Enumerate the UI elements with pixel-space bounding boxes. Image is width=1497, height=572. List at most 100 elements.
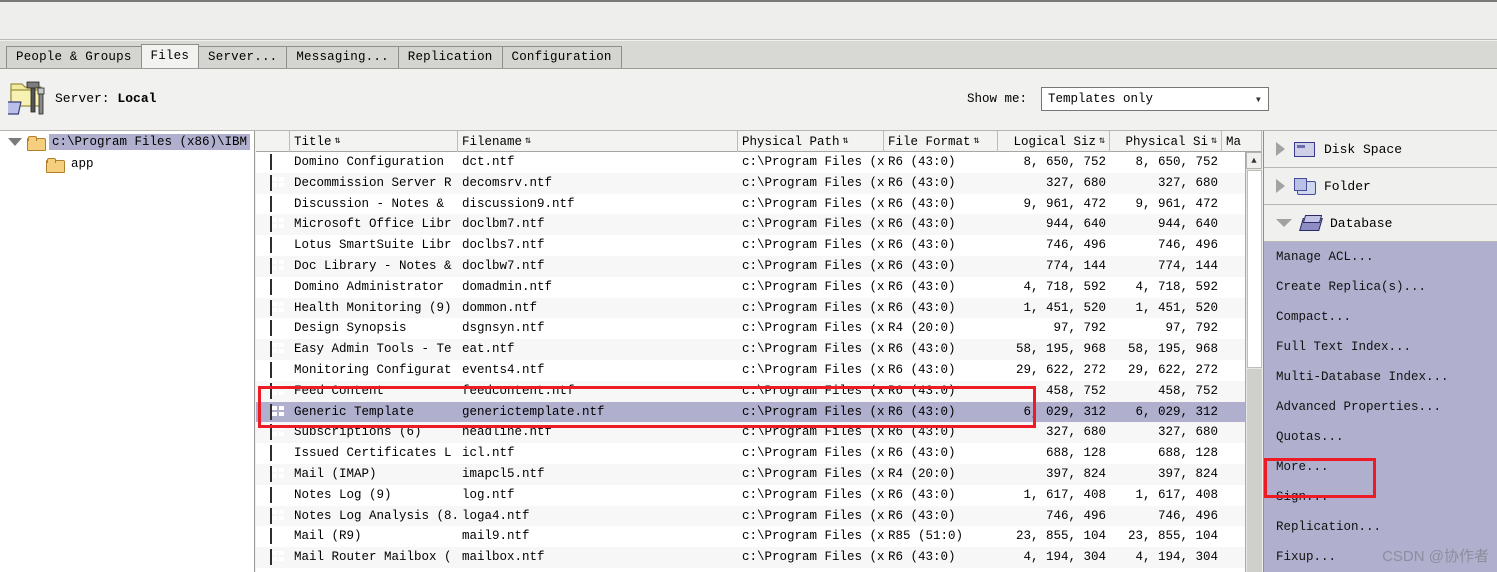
cell-title: Mail (R9) (294, 529, 362, 544)
tab-messaging[interactable]: Messaging... (286, 46, 399, 68)
tools-item-more[interactable]: More... (1264, 452, 1497, 482)
table-row[interactable]: Microsoft Office Libr doclbm7.ntf c:\Progr… (256, 214, 1262, 236)
table-row[interactable]: Mail Router Mailbox (mailbox.ntf c:\Progr… (256, 547, 1262, 568)
tools-section-folder[interactable]: Folder (1264, 168, 1497, 205)
tree-item-root[interactable]: c:\Program Files (x86)\IBM (0, 131, 254, 153)
sort-indicator-icon[interactable]: ⇅ (974, 132, 980, 152)
sort-indicator-icon[interactable]: ⇅ (525, 132, 531, 152)
tools-section-database[interactable]: Database (1264, 205, 1497, 242)
cell-path: c:\Program Files (x (742, 258, 884, 273)
tools-item-replication[interactable]: Replication... (1264, 512, 1497, 542)
table-row[interactable]: Domino Configuration dct.ntf c:\Program F… (256, 152, 1262, 173)
column-header-physical[interactable]: Physical Si ⇅ (1110, 131, 1222, 152)
cell-title: Domino Administrator (294, 279, 445, 294)
cell-title: Issued Certificates L (294, 446, 452, 461)
tools-item-compact[interactable]: Compact... (1264, 302, 1497, 332)
chevron-down-icon[interactable] (8, 138, 22, 146)
table-vertical-scrollbar[interactable]: ▲ (1245, 152, 1262, 572)
table-row[interactable]: Mail (R9) mail9.ntf c:\Program Files (x R85… (256, 526, 1262, 548)
tools-item-advanced-properties[interactable]: Advanced Properties... (1264, 392, 1497, 422)
cell-path: c:\Program Files (x (742, 446, 884, 461)
tree-item-app-label: app (71, 157, 94, 171)
chevron-down-icon[interactable] (1276, 219, 1292, 227)
cell-logical: 746, 496 (1045, 508, 1106, 523)
column-header-logical[interactable]: Logical Siz ⇅ (998, 131, 1110, 152)
cell-title: Mail (IMAP) (294, 466, 377, 481)
column-header-icon[interactable] (256, 131, 290, 152)
table-row[interactable]: Subscriptions (6) headline.ntf c:\Program … (256, 422, 1262, 444)
table-row[interactable]: Discussion - Notes & discussion9.ntf c:\P… (256, 193, 1262, 215)
scrollbar-track[interactable] (1247, 369, 1262, 572)
scroll-up-arrow-icon[interactable]: ▲ (1246, 152, 1262, 169)
tools-section-disk-space[interactable]: Disk Space (1264, 131, 1497, 168)
tab-configuration[interactable]: Configuration (501, 46, 622, 68)
cell-physical: 746, 496 (1157, 238, 1218, 253)
table-row[interactable]: Decommission Server R decomsrv.ntf c:\Prog… (256, 172, 1262, 194)
cell-logical: 746, 496 (1045, 238, 1106, 253)
tools-item-full-text-index[interactable]: Full Text Index... (1264, 332, 1497, 362)
table-row[interactable]: Lotus SmartSuite Libr doclbs7.ntf c:\Progr… (256, 235, 1262, 256)
database-table[interactable]: Title ⇅ Filename ⇅ Physical Path ⇅ File Format… (256, 131, 1262, 572)
scrollbar-thumb[interactable] (1247, 170, 1262, 368)
cell-path: c:\Program Files (x (742, 342, 884, 357)
table-row[interactable]: Health Monitoring (9) dommon.ntf c:\Progra… (256, 297, 1262, 319)
column-header-path[interactable]: Physical Path ⇅ (738, 131, 884, 152)
tree-item-app[interactable]: app (0, 153, 254, 175)
sort-indicator-icon[interactable]: ⇅ (843, 132, 849, 152)
tab-files[interactable]: Files (140, 44, 200, 68)
table-row[interactable]: Monitoring Configurat events4.ntf c:\Progr… (256, 359, 1262, 381)
sort-indicator-icon[interactable]: ⇅ (1211, 132, 1217, 152)
folder-tree-panel[interactable]: c:\Program Files (x86)\IBM app (0, 131, 255, 572)
cell-format: R6 (43:0) (888, 196, 956, 211)
row-icon-cell (256, 194, 290, 215)
cell-physical: 4, 718, 592 (1135, 279, 1218, 294)
show-me-dropdown[interactable]: Templates only ▾ (1041, 87, 1269, 111)
cell-logical: 9, 961, 472 (1023, 196, 1106, 211)
cell-physical: 97, 792 (1165, 321, 1218, 336)
table-row[interactable]: Issued Certificates L icl.ntf c:\Program F… (256, 443, 1262, 464)
cell-title: Notes Log (9) (294, 487, 392, 502)
table-row[interactable]: Design Synopsis dsgnsyn.ntf c:\Program Fil… (256, 318, 1262, 340)
sort-indicator-icon[interactable]: ⇅ (1099, 132, 1105, 152)
table-row[interactable]: Doc Library - Notes & doclbw7.ntf c:\Prog… (256, 255, 1262, 277)
column-header-label: File Format (888, 134, 971, 149)
cell-logical: 327, 680 (1045, 425, 1106, 440)
column-header-max[interactable]: Ma (1222, 131, 1262, 152)
tools-database-menu[interactable]: Manage ACL... Create Replica(s)... Compact… (1264, 242, 1497, 572)
table-row[interactable]: Mail (IMAP) imapcl5.ntf c:\Program Files (… (256, 463, 1262, 485)
table-row[interactable]: Domino Administrator domadmin.ntf c:\Progr… (256, 276, 1262, 298)
tools-item-sign[interactable]: Sign... (1264, 482, 1497, 512)
table-body[interactable]: Domino Configuration dct.ntf c:\Program F… (256, 152, 1262, 568)
cell-format: R6 (43:0) (888, 383, 956, 398)
column-header-filename[interactable]: Filename ⇅ (458, 131, 738, 152)
cell-title: Feed Content (294, 383, 385, 398)
tools-item-multi-database-index[interactable]: Multi-Database Index... (1264, 362, 1497, 392)
tools-section-label: Folder (1324, 178, 1371, 194)
tools-item-create-replica-s[interactable]: Create Replica(s)... (1264, 272, 1497, 302)
row-icon-cell (256, 339, 290, 360)
table-row[interactable]: Notes Log Analysis (8. loga4.ntf c:\Progra… (256, 505, 1262, 527)
tools-item-quotas[interactable]: Quotas... (1264, 422, 1497, 452)
tools-item-manage-acl[interactable]: Manage ACL... (1264, 242, 1497, 272)
database-template-icon (270, 486, 272, 503)
database-template-icon (270, 445, 272, 462)
table-row[interactable]: Easy Admin Tools - Te eat.ntf c:\Program F… (256, 339, 1262, 360)
cell-format: R6 (43:0) (888, 508, 956, 523)
tools-panel[interactable]: Disk Space Folder Database Manage ACL...… (1263, 131, 1497, 572)
table-row[interactable]: Feed Content feedcontent.ntf c:\Program Fi… (256, 380, 1262, 402)
chevron-right-icon[interactable] (1276, 179, 1285, 193)
tab-replication[interactable]: Replication (397, 46, 503, 68)
sort-indicator-icon[interactable]: ⇅ (335, 132, 341, 152)
row-icon-cell (256, 547, 290, 568)
column-header-label: Ma (1226, 134, 1242, 149)
tab-server[interactable]: Server... (198, 46, 288, 68)
cell-filename: doclbs7.ntf (462, 238, 545, 253)
column-header-format[interactable]: File Format ⇅ (884, 131, 998, 152)
table-row[interactable]: Notes Log (9) log.ntf c:\Program Files (x R… (256, 484, 1262, 506)
cell-format: R6 (43:0) (888, 155, 956, 169)
chevron-right-icon[interactable] (1276, 142, 1285, 156)
column-header-title[interactable]: Title ⇅ (290, 131, 458, 152)
table-row[interactable]: Generic Template generictemplate.ntf c:\Pr… (256, 401, 1262, 423)
cell-physical: 774, 144 (1157, 258, 1218, 273)
tab-people-groups[interactable]: People & Groups (6, 46, 142, 68)
